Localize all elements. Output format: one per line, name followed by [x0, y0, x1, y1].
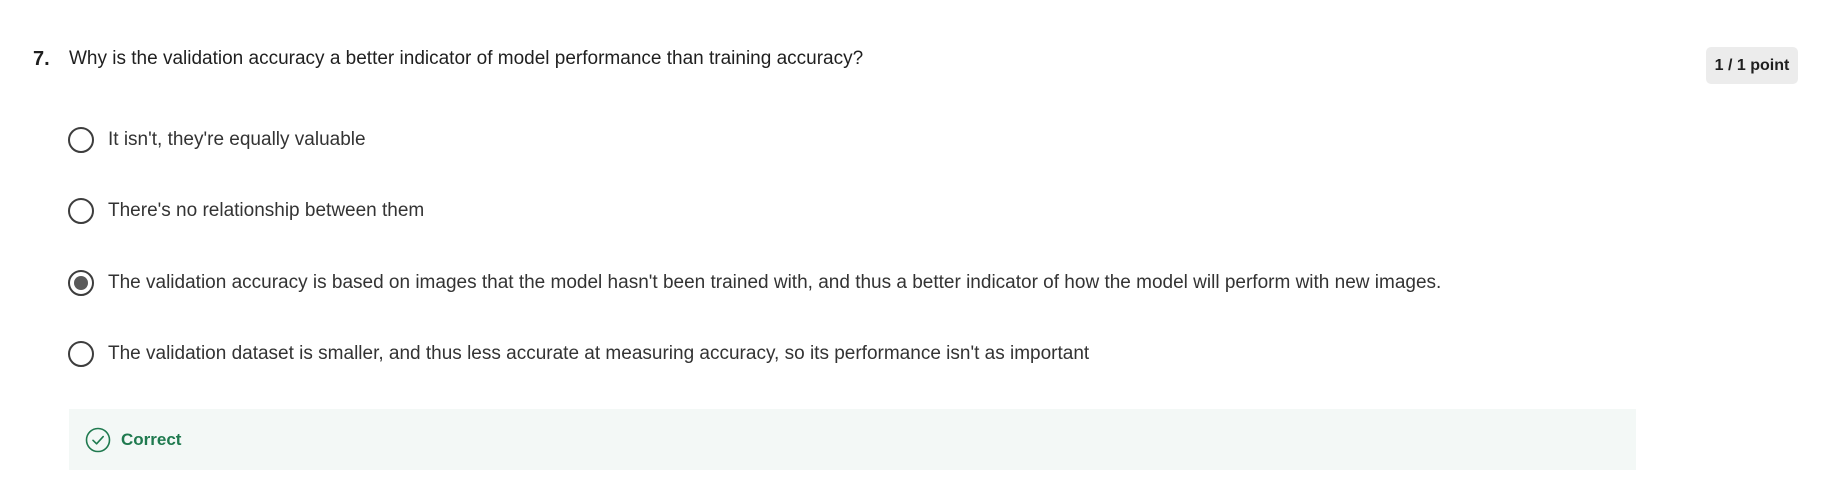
radio-button[interactable] — [68, 341, 94, 367]
answer-option[interactable]: It isn't, they're equally valuable — [68, 125, 366, 155]
radio-button[interactable] — [68, 127, 94, 153]
radio-selected-dot — [74, 276, 88, 290]
radio-button[interactable] — [68, 198, 94, 224]
check-circle-icon — [85, 427, 111, 453]
score-badge: 1 / 1 point — [1706, 47, 1798, 84]
answer-option-label: It isn't, they're equally valuable — [108, 129, 366, 150]
answer-option-label: The validation accuracy is based on imag… — [108, 272, 1442, 293]
answer-option[interactable]: The validation dataset is smaller, and t… — [68, 339, 1089, 369]
question-text: Why is the validation accuracy a better … — [69, 48, 864, 69]
answer-option[interactable]: The validation accuracy is based on imag… — [68, 268, 1441, 298]
feedback-label: Correct — [121, 429, 182, 449]
question-number: 7. — [33, 48, 50, 70]
radio-button[interactable] — [68, 270, 94, 296]
answer-option-label: There's no relationship between them — [108, 200, 425, 221]
feedback-panel: Correct — [69, 409, 1636, 470]
answer-option[interactable]: There's no relationship between them — [68, 196, 424, 226]
answer-option-label: The validation dataset is smaller, and t… — [108, 343, 1090, 364]
